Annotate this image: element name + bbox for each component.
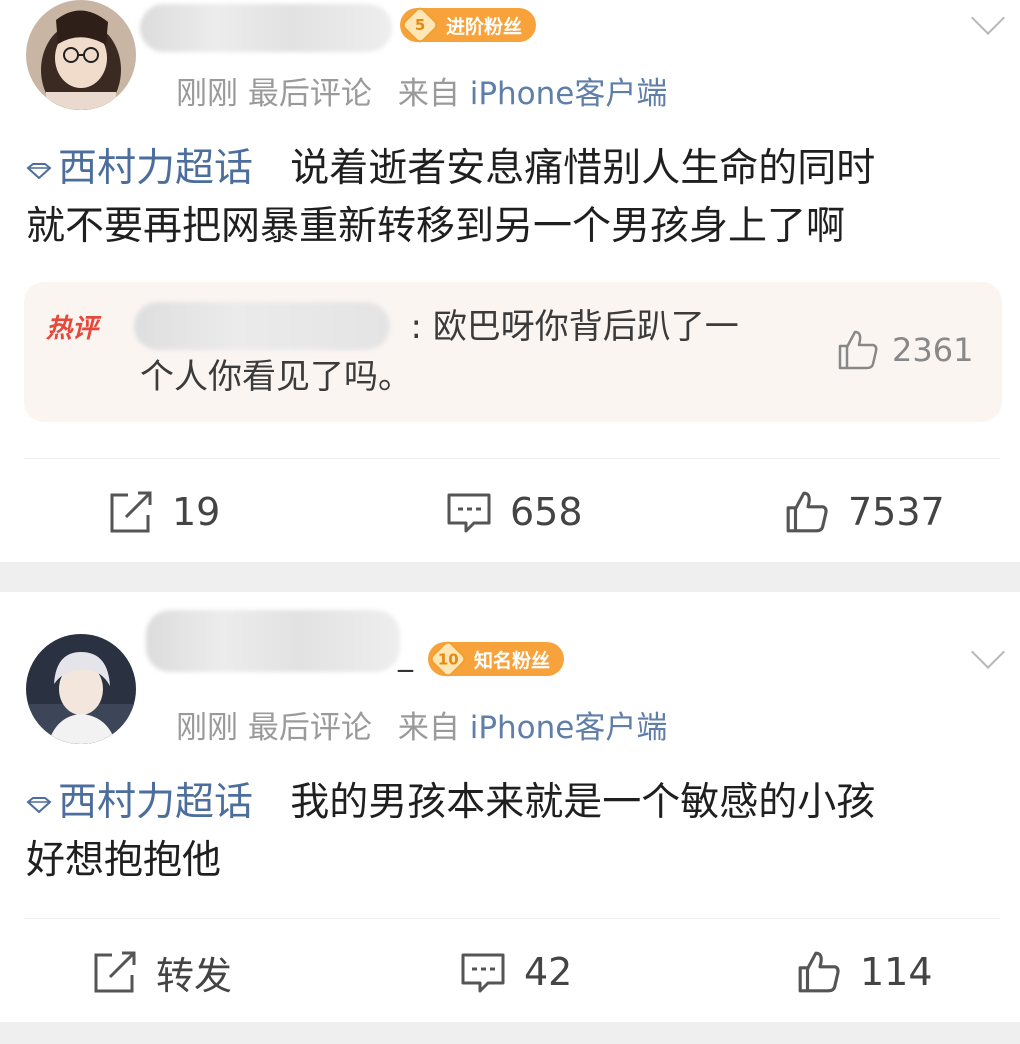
post-text-line2: 好想抱抱他	[26, 838, 222, 883]
fan-badge-label: 进阶粉丝	[446, 15, 523, 38]
post-source[interactable]: iPhone客户端	[470, 710, 668, 746]
weibo-post: _ 10 知名粉丝 刚刚 最后评论 来自 iPhone客户端 西村力超话 我的男孩…	[0, 592, 1020, 1022]
post-actions: 19 658 7537	[0, 482, 1020, 542]
hot-comment-text: : 欧巴呀你背后趴了一 个人你看见了吗。	[140, 307, 739, 397]
post-meta: 刚刚 最后评论 来自 iPhone客户端	[176, 702, 667, 747]
fan-badge-label: 知名粉丝	[474, 649, 551, 672]
post-time: 刚刚	[176, 710, 238, 746]
avatar[interactable]	[26, 634, 136, 744]
post-source[interactable]: iPhone客户端	[470, 76, 668, 112]
fan-badge: 5 进阶粉丝	[400, 5, 537, 45]
post-content: 西村力超话 说着逝者安息痛惜别人生命的同时 就不要再把网暴重新转移到另一个男孩身…	[26, 140, 875, 256]
like-icon	[786, 491, 828, 533]
post-time: 刚刚	[176, 76, 238, 112]
repost-button[interactable]: 转发	[92, 942, 232, 1002]
hot-comment[interactable]: 热评 : 欧巴呀你背后趴了一 个人你看见了吗。 2361	[24, 282, 1002, 422]
repost-button[interactable]: 19	[108, 482, 220, 542]
post-separator	[0, 1022, 1020, 1044]
post-text-line2: 就不要再把网暴重新转移到另一个男孩身上了啊	[26, 204, 846, 249]
comment-button[interactable]: 42	[460, 942, 572, 1002]
hot-comment-label: 热评	[46, 314, 99, 344]
like-button[interactable]: 7537	[784, 482, 945, 542]
username-suffix: _	[398, 638, 413, 673]
post-separator	[0, 562, 1020, 592]
source-prefix: 来自	[397, 710, 460, 746]
divider	[24, 918, 1000, 919]
post-action: 最后评论	[247, 710, 372, 746]
chevron-down-icon[interactable]	[971, 1, 1005, 35]
like-button[interactable]: 114	[796, 942, 933, 1002]
like-icon	[798, 951, 840, 993]
topic-diamond-icon	[26, 796, 52, 813]
comment-icon	[461, 953, 505, 993]
fan-badge: 10 知名粉丝	[428, 639, 565, 679]
chevron-down-icon[interactable]	[971, 635, 1005, 669]
source-prefix: 来自	[397, 76, 460, 112]
username-blurred[interactable]	[146, 610, 400, 672]
post-meta: 刚刚 最后评论 来自 iPhone客户端	[176, 68, 667, 113]
hot-comment-like[interactable]: 2361	[836, 328, 973, 372]
topic-link[interactable]: 西村力超话	[26, 146, 253, 191]
divider	[24, 458, 1000, 459]
repost-icon	[94, 951, 136, 993]
topic-diamond-icon	[26, 162, 52, 179]
avatar[interactable]	[26, 0, 136, 110]
like-icon	[838, 330, 878, 370]
comment-button[interactable]: 658	[446, 482, 583, 542]
weibo-post: 5 进阶粉丝 刚刚 最后评论 来自 iPhone客户端 西村力超话 说着逝者安息痛…	[0, 0, 1020, 562]
fan-level-icon: 5	[400, 5, 440, 45]
repost-icon	[110, 491, 152, 533]
username-blurred[interactable]	[140, 4, 392, 52]
fan-level-icon: 10	[428, 639, 468, 679]
post-text-line1: 我的男孩本来就是一个敏感的小孩	[290, 780, 876, 825]
comment-icon	[447, 493, 491, 533]
post-content: 西村力超话 我的男孩本来就是一个敏感的小孩 好想抱抱他	[26, 774, 875, 890]
topic-link[interactable]: 西村力超话	[26, 780, 253, 825]
post-action: 最后评论	[247, 76, 372, 112]
post-actions: 转发 42 114	[0, 942, 1020, 1002]
post-text-line1: 说着逝者安息痛惜别人生命的同时	[290, 146, 876, 191]
